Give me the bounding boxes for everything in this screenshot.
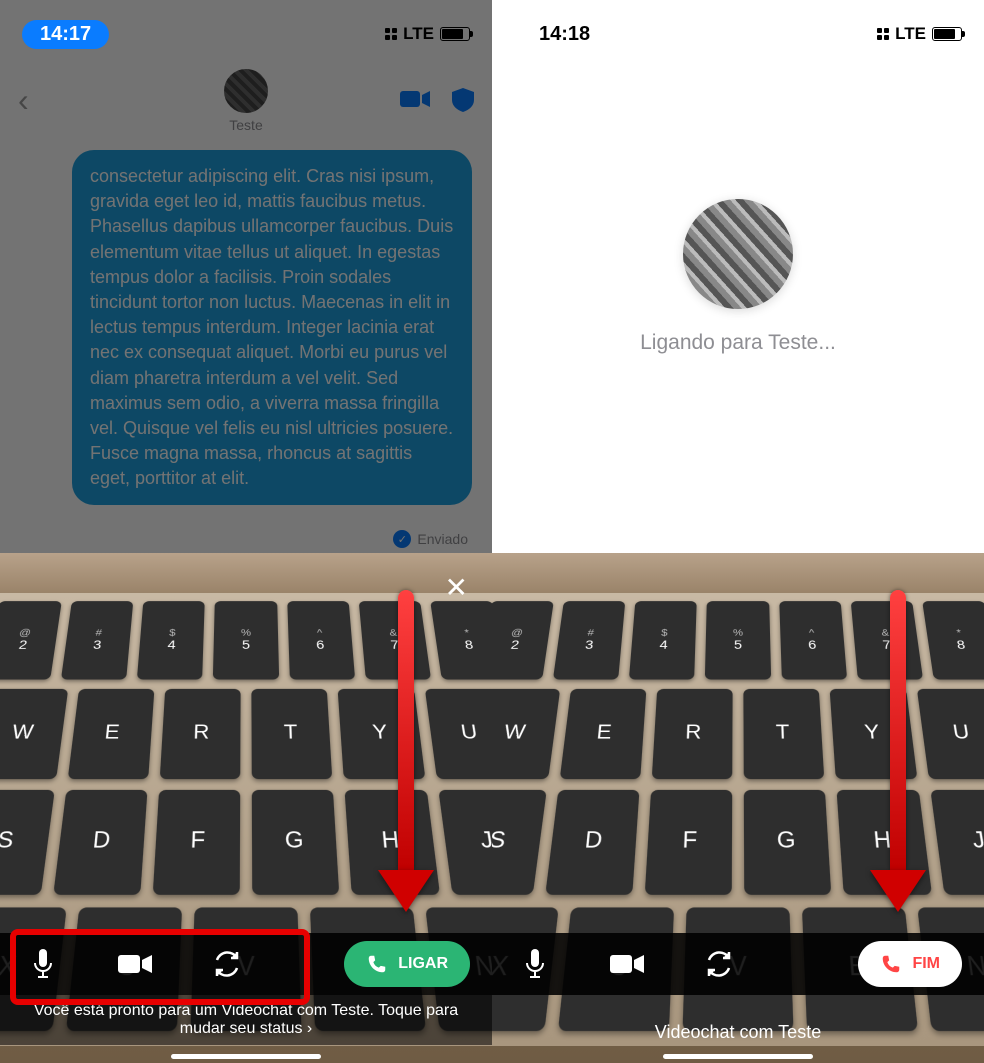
contact-name: Teste (229, 117, 262, 133)
network-label: LTE (403, 24, 434, 44)
status-indicators: LTE (385, 24, 470, 44)
message-text: consectetur adipiscing elit. Cras nisi i… (90, 166, 453, 488)
home-indicator[interactable] (171, 1054, 321, 1059)
close-icon[interactable]: ✕ (445, 571, 468, 604)
video-controls-bar: FIM (492, 933, 984, 995)
chat-header: ‹ Teste (0, 60, 492, 140)
video-preview: !1@2#3$4%5^6&7*8(9QWERTYUIASDFGHJKZXCVBN… (0, 553, 492, 1063)
signal-icon (385, 28, 397, 40)
video-preview: !1@2#3$4%5^6&7*8(9QWERTYUIASDFGHJKZXCVBN… (492, 553, 984, 1063)
end-call-button-label: FIM (912, 955, 940, 973)
sent-label: Enviado (417, 531, 468, 547)
call-button[interactable]: LIGAR (344, 941, 470, 987)
avatar[interactable] (222, 67, 270, 115)
video-status-text[interactable]: Você está pronto para um Videochat com T… (0, 995, 492, 1045)
camera-flip-icon[interactable] (206, 950, 248, 978)
status-time: 14:18 (514, 23, 590, 46)
video-camera-icon[interactable] (400, 88, 430, 110)
status-bar: 14:18 LTE (492, 0, 984, 58)
shield-icon[interactable] (452, 88, 474, 112)
calling-area: Ligando para Teste... (492, 0, 984, 553)
video-camera-icon[interactable] (606, 953, 648, 975)
screenshot-left: 14:17 LTE ‹ Teste consectetur adipiscing… (0, 0, 492, 1063)
network-label: LTE (895, 24, 926, 44)
video-camera-icon[interactable] (114, 953, 156, 975)
video-controls-bar: LIGAR (0, 933, 492, 995)
home-indicator[interactable] (663, 1054, 813, 1059)
status-time: 14:17 (22, 20, 109, 49)
sent-check-icon: ✓ (393, 530, 411, 548)
message-status: ✓ Enviado (393, 530, 468, 548)
battery-icon (440, 27, 470, 41)
signal-icon (877, 28, 889, 40)
back-chevron-icon[interactable]: ‹ (18, 82, 29, 119)
camera-flip-icon[interactable] (698, 950, 740, 978)
video-caption: Videochat com Teste (492, 1022, 984, 1043)
battery-icon (932, 27, 962, 41)
screenshot-right: 14:18 LTE Ligando para Teste... !1@2#3$4… (492, 0, 984, 1063)
end-call-button[interactable]: FIM (858, 941, 962, 987)
sent-message-bubble[interactable]: consectetur adipiscing elit. Cras nisi i… (72, 150, 472, 505)
calling-status-text: Ligando para Teste... (640, 331, 836, 355)
avatar (683, 199, 793, 309)
microphone-icon[interactable] (514, 949, 556, 979)
call-button-label: LIGAR (398, 955, 448, 973)
status-bar: 14:17 LTE (0, 0, 492, 58)
microphone-icon[interactable] (22, 949, 64, 979)
status-indicators: LTE (877, 24, 962, 44)
